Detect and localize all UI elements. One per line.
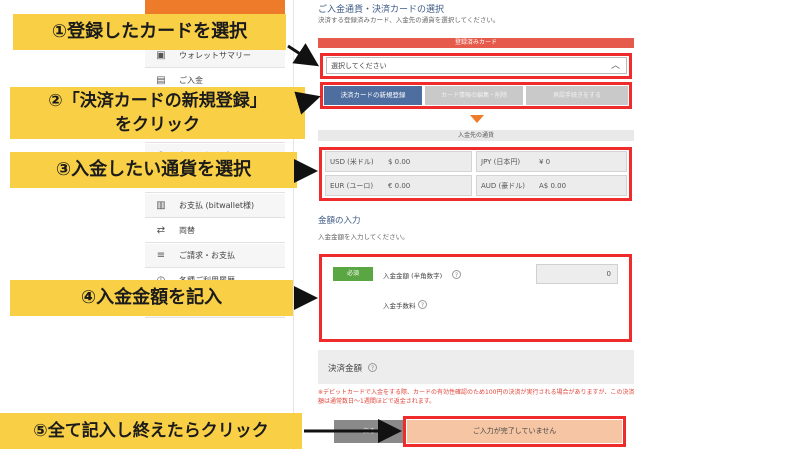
arrow-step2 [294,91,321,115]
arrow-step1 [287,43,320,67]
annotation-arrows [287,43,402,443]
